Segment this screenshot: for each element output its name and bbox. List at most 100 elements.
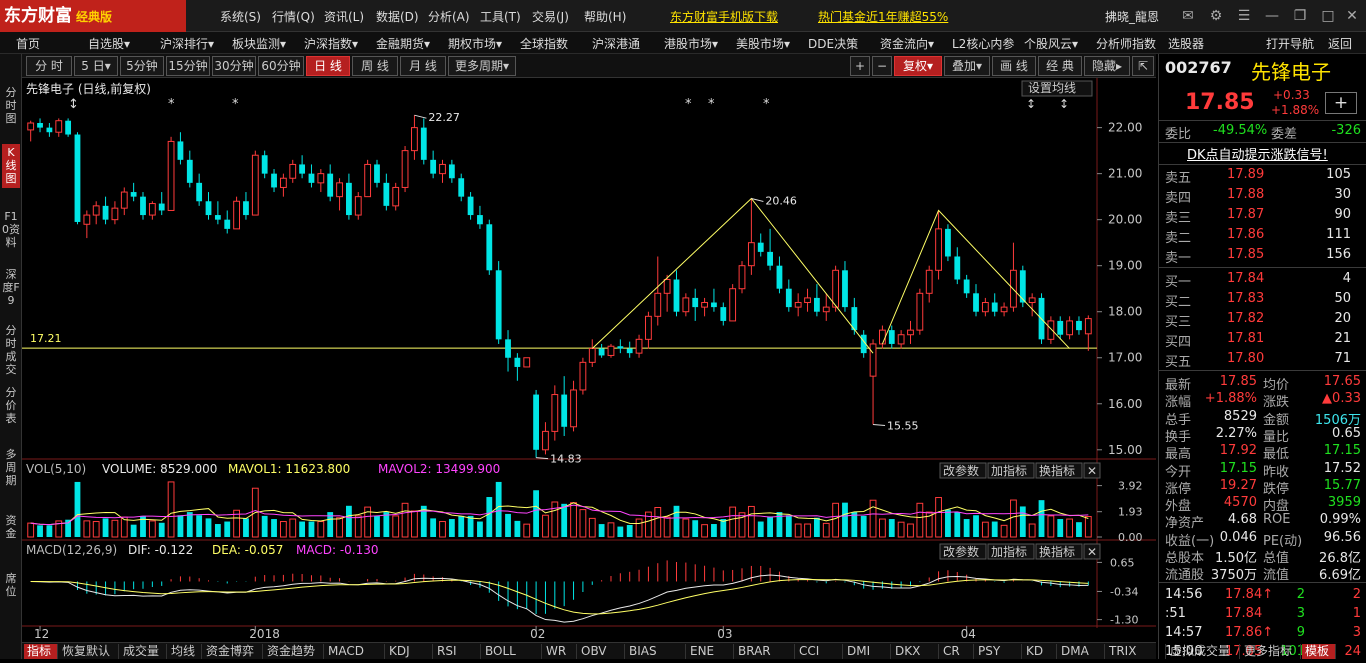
candle-body[interactable] (196, 182, 203, 202)
candle-body[interactable] (243, 201, 249, 216)
volume-bar[interactable] (747, 505, 755, 538)
candle-body[interactable] (1057, 320, 1064, 335)
candle-body[interactable] (308, 173, 315, 183)
candle-body[interactable] (214, 215, 221, 220)
candle-body[interactable] (495, 270, 502, 340)
volume-bar[interactable] (224, 521, 231, 537)
candle-body[interactable] (607, 345, 615, 356)
indicator-tab[interactable]: RSI (434, 644, 481, 659)
volume-bar[interactable] (551, 501, 559, 538)
indicator-tab[interactable]: DKX (892, 644, 939, 659)
volume-bar[interactable] (963, 519, 970, 537)
candle-body[interactable] (1066, 320, 1074, 336)
volume-bar[interactable] (1028, 523, 1036, 538)
toolbar-button[interactable]: + (850, 56, 870, 76)
menu-item[interactable]: 打开导航 (1266, 35, 1314, 52)
candle-body[interactable] (626, 348, 633, 354)
left-nav-tab[interactable]: 分时图 (2, 84, 20, 128)
candle-body[interactable] (177, 141, 184, 160)
period-button[interactable]: 日 线 (306, 56, 350, 76)
volume-bar[interactable] (879, 518, 886, 538)
volume-bar[interactable] (354, 515, 362, 538)
period-button[interactable]: 周 线 (352, 56, 398, 76)
volume-bar[interactable] (1066, 518, 1074, 538)
toolbar-button[interactable]: 复权▾ (894, 56, 942, 76)
info-marker-icon[interactable]: * (168, 97, 175, 112)
candle-body[interactable] (682, 297, 690, 313)
volume-bar[interactable] (935, 497, 942, 538)
volume-bar[interactable] (579, 509, 587, 538)
candle-body[interactable] (354, 196, 362, 216)
volume-bar[interactable] (196, 515, 203, 537)
toolbar-button[interactable]: − (872, 56, 892, 76)
indicator-tab[interactable]: 均线 (168, 644, 202, 659)
left-nav-tab[interactable]: F10资料 (2, 208, 20, 252)
candle-body[interactable] (794, 302, 802, 308)
volume-bar[interactable] (701, 524, 708, 538)
volume-bar[interactable] (392, 515, 400, 538)
volume-bar[interactable] (336, 517, 343, 538)
candle-body[interactable] (120, 191, 128, 209)
candle-body[interactable] (973, 293, 979, 312)
candle-body[interactable] (869, 343, 877, 377)
minimize-icon[interactable]: — (1262, 6, 1282, 26)
top-menu-item[interactable]: 资讯(L) (324, 8, 364, 25)
volume-bar[interactable] (851, 512, 858, 537)
candle-body[interactable] (645, 315, 652, 340)
volume-bar[interactable] (467, 515, 474, 537)
candle-body[interactable] (83, 214, 91, 225)
candle-body[interactable] (879, 329, 886, 345)
candle-body[interactable] (963, 279, 970, 294)
candle-body[interactable] (224, 219, 231, 229)
volume-bar[interactable] (177, 515, 184, 537)
volume-bar[interactable] (158, 522, 165, 537)
volume-bar[interactable] (214, 524, 221, 537)
candle-body[interactable] (271, 173, 277, 188)
candle-body[interactable] (1047, 320, 1055, 340)
candle-body[interactable] (925, 269, 933, 294)
kline-chart[interactable]: 先锋电子 (日线,前复权) 设置均线 22.00 21.00 20.00 19.00 18.… (22, 78, 1156, 638)
menu-item[interactable]: DDE决策 (808, 35, 858, 52)
volume-bar[interactable] (27, 522, 35, 538)
menu-item[interactable]: 首页 (16, 35, 40, 52)
period-button[interactable]: 更多周期▾ (448, 56, 516, 76)
volume-bar[interactable] (785, 515, 792, 537)
volume-bar[interactable] (682, 518, 690, 538)
mail-icon[interactable]: ✉ (1178, 6, 1198, 26)
toolbar-button[interactable]: 画 线 (992, 56, 1036, 76)
toolbar-button[interactable]: 叠加▾ (944, 56, 990, 76)
toolbar-button[interactable]: 经 典 (1038, 56, 1082, 76)
candle-body[interactable] (692, 297, 699, 308)
toolbar-button[interactable]: ⇱ (1132, 56, 1154, 76)
restore-icon[interactable]: ❐ (1290, 6, 1310, 26)
candle-body[interactable] (935, 228, 942, 271)
volume-bar[interactable] (523, 523, 531, 538)
volume-bar[interactable] (804, 523, 811, 538)
candle-body[interactable] (289, 163, 297, 179)
candle-body[interactable] (148, 203, 156, 216)
indicator-tab[interactable]: 模板 (1302, 644, 1336, 659)
candle-body[interactable] (785, 288, 792, 308)
volume-bar[interactable] (74, 481, 81, 537)
left-nav-tab[interactable]: 分时成交 (2, 322, 20, 376)
candle-body[interactable] (588, 348, 596, 363)
volume-bar[interactable] (860, 515, 867, 537)
top-menu-item[interactable]: 行情(Q) (272, 8, 315, 25)
period-button[interactable]: 60分钟 (258, 56, 304, 76)
volume-bar[interactable] (46, 525, 53, 537)
volume-bar[interactable] (822, 522, 830, 538)
menu-item[interactable]: 沪深港通 (592, 35, 640, 52)
candle-body[interactable] (364, 163, 372, 198)
indicator-tab[interactable]: BOLL (482, 644, 542, 659)
volume-bar[interactable] (757, 521, 764, 537)
candle-body[interactable] (711, 302, 717, 308)
volume-bar[interactable] (130, 524, 137, 537)
volume-bar[interactable] (1076, 522, 1082, 537)
volume-bar[interactable] (514, 520, 521, 537)
info-marker-icon[interactable]: * (708, 97, 715, 112)
volume-bar[interactable] (205, 518, 212, 537)
top-menu-item[interactable]: 分析(A) (428, 8, 470, 25)
volume-bar[interactable] (954, 512, 961, 537)
info-marker-icon[interactable]: * (685, 97, 692, 112)
volume-bar[interactable] (271, 519, 277, 537)
